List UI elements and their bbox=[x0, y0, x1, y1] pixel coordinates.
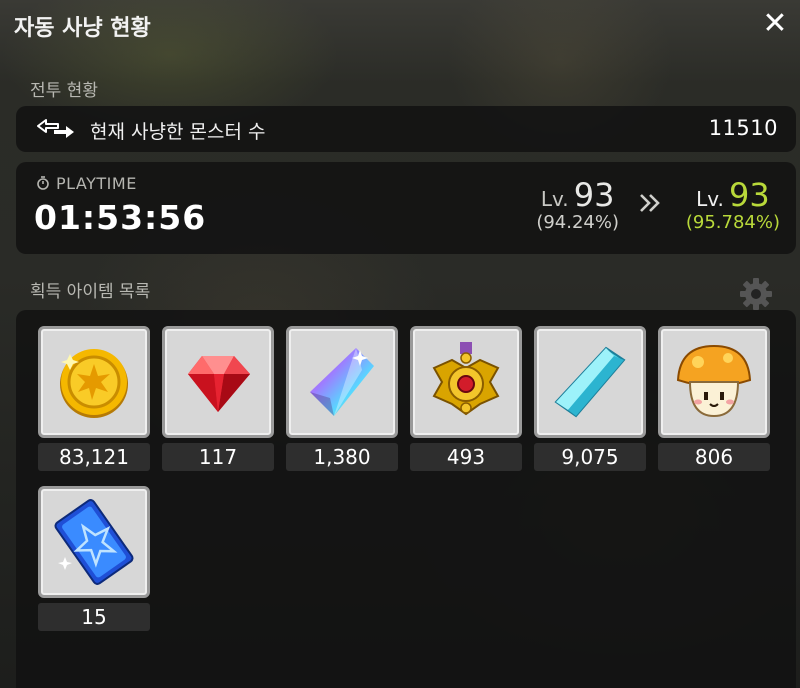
double-chevron-right-icon bbox=[640, 194, 660, 212]
item-slot: 83,121 bbox=[38, 326, 150, 471]
item-count: 1,380 bbox=[286, 443, 398, 471]
hunted-label: 현재 사냥한 몬스터 수 bbox=[90, 121, 266, 143]
level-after: Lv. 93 (95.784%) bbox=[686, 176, 780, 233]
item-count: 83,121 bbox=[38, 443, 150, 471]
item-button[interactable] bbox=[410, 326, 522, 438]
item-count: 117 bbox=[162, 443, 274, 471]
hunted-value: 11510 bbox=[708, 116, 778, 140]
gold-medal-icon bbox=[432, 342, 500, 416]
playtime-label: PLAYTIME bbox=[56, 174, 137, 193]
playtime-panel: PLAYTIME 01:53:56 Lv. 93 (94.24%) Lv. 93… bbox=[16, 162, 796, 254]
item-button[interactable] bbox=[658, 326, 770, 438]
playtime-value: 01:53:56 bbox=[34, 198, 207, 237]
close-icon: ✕ bbox=[762, 5, 788, 41]
gold-coin-icon bbox=[60, 349, 128, 418]
blue-card-icon bbox=[54, 499, 134, 585]
item-count: 9,075 bbox=[534, 443, 646, 471]
close-button[interactable]: ✕ bbox=[758, 5, 792, 41]
orange-mushroom-icon bbox=[676, 344, 752, 418]
item-button[interactable] bbox=[162, 326, 274, 438]
item-count: 806 bbox=[658, 443, 770, 471]
stopwatch-icon bbox=[37, 176, 49, 190]
blue-crystal-icon bbox=[554, 346, 626, 418]
item-slot: 117 bbox=[162, 326, 274, 471]
red-gem-icon bbox=[188, 356, 250, 412]
gear-icon[interactable] bbox=[738, 276, 774, 312]
item-slot: 1,380 bbox=[286, 326, 398, 471]
level-before-prefix: Lv. bbox=[540, 187, 569, 211]
items-section-label: 획득 아이템 목록 bbox=[30, 282, 151, 302]
items-panel: 83,121 117 1,380 493 9,075 806 15 bbox=[16, 310, 796, 688]
item-slot: 9,075 bbox=[534, 326, 646, 471]
swap-arrows-icon bbox=[37, 119, 74, 138]
level-before: Lv. 93 (94.24%) bbox=[536, 176, 619, 233]
hunted-monsters-row: 현재 사냥한 몬스터 수 11510 bbox=[16, 106, 796, 152]
item-slot: 806 bbox=[658, 326, 770, 471]
item-slot: 15 bbox=[38, 486, 150, 631]
level-before-percent: (94.24%) bbox=[536, 212, 619, 233]
window-title: 자동 사냥 현황 bbox=[14, 16, 151, 41]
level-after-number: 93 bbox=[729, 176, 770, 214]
item-button[interactable] bbox=[38, 486, 150, 598]
item-count: 15 bbox=[38, 603, 150, 631]
level-after-percent: (95.784%) bbox=[685, 212, 780, 233]
item-button[interactable] bbox=[286, 326, 398, 438]
item-count: 493 bbox=[410, 443, 522, 471]
item-slot: 493 bbox=[410, 326, 522, 471]
title-bar: 자동 사냥 현황 ✕ bbox=[0, 0, 800, 50]
item-button[interactable] bbox=[38, 326, 150, 438]
level-before-number: 93 bbox=[573, 176, 615, 214]
battle-section-label: 전투 현황 bbox=[30, 81, 98, 101]
level-after-prefix: Lv. bbox=[696, 187, 724, 211]
item-button[interactable] bbox=[534, 326, 646, 438]
rainbow-crystal-icon bbox=[310, 348, 374, 416]
